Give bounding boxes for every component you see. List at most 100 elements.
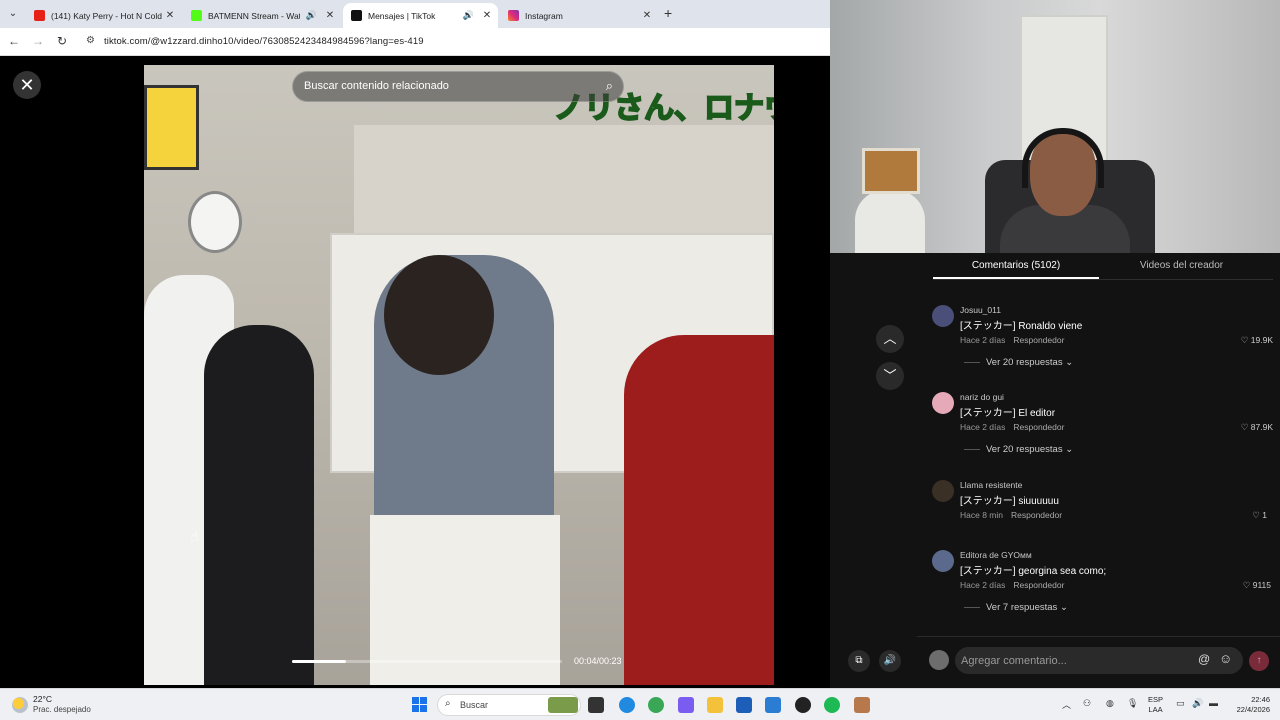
close-tab-icon[interactable]: ✕ xyxy=(480,10,494,21)
emoji-icon[interactable]: ☺ xyxy=(1219,651,1232,666)
view-replies-button[interactable]: Ver 7 respuestas ⌄ xyxy=(964,602,1068,613)
edge-icon[interactable] xyxy=(619,697,635,713)
speaker-icon[interactable]: 🔊 xyxy=(306,10,317,21)
tray-app-icon[interactable]: ◍ xyxy=(1106,698,1114,709)
copilot-icon[interactable] xyxy=(678,697,694,713)
tab-tiktok[interactable]: Mensajes | TikTok 🔊 ✕ xyxy=(343,3,498,28)
close-video-button[interactable]: ✕ xyxy=(13,71,41,99)
avatar[interactable] xyxy=(932,550,954,572)
task-view-icon[interactable] xyxy=(588,697,604,713)
active-tab-indicator xyxy=(933,277,1099,279)
spotify-icon[interactable] xyxy=(824,697,840,713)
microphone-icon[interactable]: 🎙 xyxy=(1127,698,1138,709)
send-comment-button[interactable]: ↑ xyxy=(1249,651,1269,671)
reply-button[interactable]: Respondedor xyxy=(1013,580,1064,590)
heart-icon: ♡ xyxy=(1240,422,1249,432)
volume-icon[interactable]: 🔊 xyxy=(879,650,901,672)
volume-icon[interactable]: 🔊 xyxy=(1192,698,1203,709)
comment-username[interactable]: Editora de GYOмм xyxy=(960,550,1032,560)
comment-username[interactable]: nariz do gui xyxy=(960,392,1004,402)
app-icon[interactable] xyxy=(854,697,870,713)
reply-button[interactable]: Respondedor xyxy=(1011,510,1062,520)
taskbar-search-label: Buscar xyxy=(460,700,489,710)
comment-text: [ステッカー] El editor xyxy=(960,408,1056,419)
obs-icon[interactable] xyxy=(795,697,811,713)
close-tab-icon[interactable]: ✕ xyxy=(640,10,654,21)
mention-icon[interactable]: @ xyxy=(1198,652,1210,666)
comment-input-field[interactable]: @ ☺ xyxy=(955,647,1243,674)
forward-icon[interactable]: → xyxy=(30,34,46,48)
tab-batmenn-stream[interactable]: BATMENN Stream - Watch 🔊 ✕ xyxy=(183,3,341,28)
tab-comments[interactable]: Comentarios (5102) xyxy=(933,253,1099,279)
view-replies-button[interactable]: Ver 20 respuestas ⌄ xyxy=(964,357,1073,368)
like-button[interactable]: ♡ 87.9K xyxy=(1241,422,1273,433)
weather-description[interactable]: Prac. despejado xyxy=(33,705,91,714)
chevron-up-icon[interactable]: ︿ xyxy=(1062,698,1071,711)
comment-text: [ステッカー] siuuuuuu xyxy=(960,496,1059,507)
language-indicator[interactable]: ESP LAA xyxy=(1148,695,1163,715)
search-icon[interactable]: ⌕ xyxy=(606,78,613,94)
tab-label: Instagram xyxy=(525,10,563,21)
tab-creator-videos[interactable]: Videos del creador xyxy=(1099,253,1264,279)
related-search-input[interactable]: Buscar contenido relacionado ⌕ xyxy=(292,71,624,102)
video-player[interactable]: ノリさん、ロナウド xyxy=(144,65,774,685)
tab-search-dropdown-icon[interactable]: ⌄ xyxy=(4,5,22,23)
system-clock[interactable]: 22:46 22/4/2026 xyxy=(1224,695,1270,715)
windows-taskbar: 22°C Prac. despejado ⌕ Buscar ︿ ⚇ ◍ 🎙 ES… xyxy=(0,688,1280,720)
avatar[interactable] xyxy=(932,480,954,502)
video-time: 00:04/00:23 xyxy=(574,656,622,666)
previous-video-button[interactable]: ︿ xyxy=(876,325,904,353)
comment-text: [ステッカー] Ronaldo viene xyxy=(960,321,1083,332)
avatar[interactable] xyxy=(932,305,954,327)
like-button[interactable]: ♡ 9115 xyxy=(1243,580,1271,591)
search-highlight-icon[interactable] xyxy=(548,697,578,713)
heart-icon: ♡ xyxy=(1252,510,1260,520)
url-field[interactable]: tiktok.com/@w1zzard.dinho10/video/763085… xyxy=(104,36,424,47)
kick-icon xyxy=(191,10,202,21)
tab-label: (141) Katy Perry - Hot N Cold (O xyxy=(51,10,163,21)
video-progress-fill xyxy=(292,660,346,663)
battery-icon[interactable]: ▬ xyxy=(1209,698,1218,708)
weather-icon[interactable] xyxy=(12,697,28,713)
next-video-button[interactable]: ﹀ xyxy=(876,362,904,390)
store-icon[interactable] xyxy=(736,697,752,713)
avatar[interactable] xyxy=(932,392,954,414)
comment-meta: Hace 2 días Respondedor xyxy=(960,335,1065,345)
picture-in-picture-icon[interactable]: ⧉ xyxy=(848,650,870,672)
start-icon[interactable] xyxy=(412,697,427,712)
youtube-icon xyxy=(34,10,45,21)
tab-katy-perry[interactable]: (141) Katy Perry - Hot N Cold (O ✕ xyxy=(26,3,181,28)
video-progress-bar[interactable] xyxy=(292,660,562,663)
mouse-cursor-icon: ☝ xyxy=(190,528,199,544)
network-icon[interactable]: ▭ xyxy=(1176,698,1185,709)
site-info-icon[interactable]: ⚙ xyxy=(86,35,95,46)
back-icon[interactable]: ← xyxy=(6,34,22,48)
speaker-icon[interactable]: 🔊 xyxy=(463,10,474,21)
reload-icon[interactable]: ↻ xyxy=(54,34,70,48)
screen: ⌄ (141) Katy Perry - Hot N Cold (O ✕ BAT… xyxy=(0,0,1280,720)
comment-username[interactable]: Josuu_011 xyxy=(960,305,1001,315)
comment-meta: Hace 2 días Respondedor xyxy=(960,580,1065,590)
outlook-icon[interactable] xyxy=(765,697,781,713)
new-tab-icon[interactable]: + xyxy=(664,5,672,21)
close-tab-icon[interactable]: ✕ xyxy=(163,10,177,21)
comment-item: Josuu_011 [ステッカー] Ronaldo viene Hace 2 d… xyxy=(932,305,1277,375)
chrome-icon[interactable] xyxy=(648,697,664,713)
like-button[interactable]: ♡ 19.9K xyxy=(1241,335,1273,346)
close-tab-icon[interactable]: ✕ xyxy=(323,10,337,21)
file-explorer-icon[interactable] xyxy=(707,697,723,713)
comment-meta: Hace 8 min Respondedor xyxy=(960,510,1063,520)
reply-button[interactable]: Respondedor xyxy=(1013,422,1064,432)
tray-app-icon[interactable]: ⚇ xyxy=(1083,698,1091,709)
tiktok-icon xyxy=(351,10,362,21)
comment-input[interactable] xyxy=(961,651,1191,670)
tab-instagram[interactable]: Instagram ✕ xyxy=(500,3,658,28)
instagram-icon xyxy=(508,10,519,21)
tab-label: Mensajes | TikTok xyxy=(368,10,436,21)
weather-temperature[interactable]: 22°C xyxy=(33,694,52,704)
comment-username[interactable]: Llama resistente xyxy=(960,480,1022,490)
reply-button[interactable]: Respondedor xyxy=(1013,335,1064,345)
like-button[interactable]: ♡ 1 xyxy=(1252,510,1267,521)
chevron-down-icon: ⌄ xyxy=(1065,444,1074,455)
view-replies-button[interactable]: Ver 20 respuestas ⌄ xyxy=(964,444,1073,455)
